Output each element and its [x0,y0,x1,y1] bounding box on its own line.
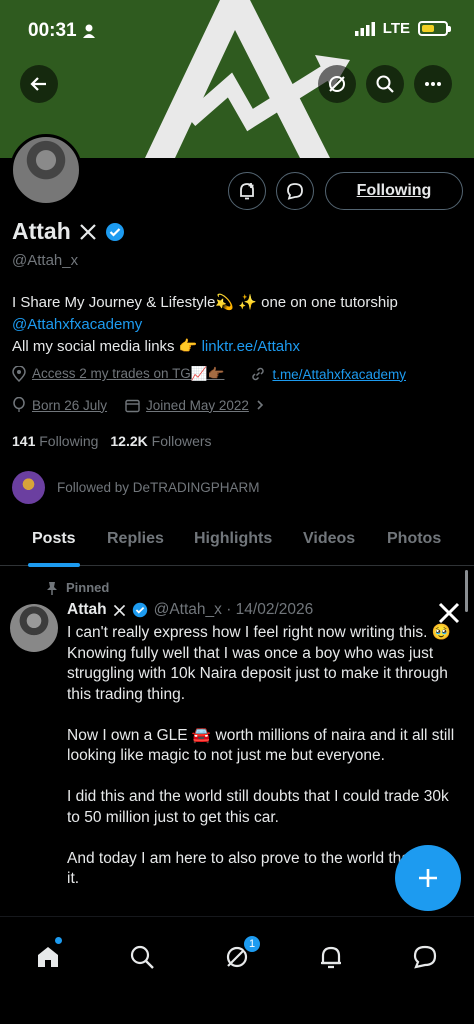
bell-icon [321,946,341,969]
compose-button[interactable] [395,845,461,911]
link-icon [252,367,265,381]
verified-icon [132,602,147,618]
profile-name: Attah [12,218,71,244]
grok-button[interactable] [318,65,356,103]
message-button[interactable] [276,172,314,210]
person-icon [82,24,95,38]
meta-row-dates: Born 26 July Joined May 2022 [12,397,265,413]
signal-icon [354,21,375,36]
pinned-label: Pinned [46,580,109,595]
following-button[interactable]: Following [325,172,463,210]
battery-icon [418,21,451,36]
post-author[interactable]: Attah [67,601,107,619]
tab-replies[interactable]: Replies [107,530,164,548]
bio-line-3: All my social media links 👉 linktr.ee/At… [12,338,300,355]
born-text: Born 26 July [32,397,108,413]
chat-icon [413,945,437,969]
followed-by-text: Followed by DeTRADINGPHARM [57,480,260,495]
notify-icon [240,183,254,200]
post-paragraph: I did this and the world still doubts th… [67,788,449,826]
balloon-icon [13,397,25,412]
message-icon [287,183,303,200]
tab-posts[interactable]: Posts [32,530,76,548]
grok-icon [329,76,345,92]
chevron-right-icon [257,400,264,410]
post-paragraph: I can't really express how I feel right … [67,624,452,641]
tab-highlights[interactable]: Highlights [194,530,272,548]
scrollbar[interactable] [465,570,468,612]
status-bar: 00:31 LTE [0,0,474,60]
meta-link[interactable]: t.me/Attahxfxacademy [272,367,406,382]
post-paragraph: Now I own a GLE 🚘 worth millions of nair… [67,726,455,765]
calendar-icon [125,399,140,412]
status-time: 00:31 [28,20,95,42]
profile-bio: I Share My Journey & Lifestyle💫 ✨ one on… [12,292,462,358]
profile-handle: @Attah_x [12,252,79,269]
followed-by[interactable]: Followed by DeTRADINGPHARM [12,471,260,504]
x-affiliate-icon [113,604,125,616]
notify-button[interactable] [228,172,266,210]
x-affiliate-icon[interactable] [79,223,97,241]
nav-badge: 1 [242,934,262,954]
search-icon [376,75,394,93]
back-icon [30,77,46,91]
nav-home[interactable] [28,937,68,977]
status-right: LTE [354,20,451,37]
home-dot [55,937,62,944]
bio-link[interactable]: linktr.ee/Attahx [202,338,300,355]
more-button[interactable] [414,65,452,103]
bio-line-1: I Share My Journey & Lifestyle💫 ✨ one on… [12,294,398,311]
back-button[interactable] [20,65,58,103]
profile-name-row: Attah [12,218,125,245]
tab-videos[interactable]: Videos [303,530,355,548]
nav-search[interactable] [122,937,162,977]
network-label: LTE [382,20,410,37]
tab-photos[interactable]: Photos [387,530,441,548]
location-text: Access 2 my trades on TG📈👉🏾 [32,366,225,381]
bottom-nav: 1 [0,916,474,1024]
post-avatar[interactable] [10,604,58,652]
profile-tabs: Posts Replies Highlights Videos Photos [0,518,474,566]
nav-notifications[interactable] [311,937,351,977]
post-paragraph: Knowing fully well that I was once a boy… [67,644,448,703]
followers-count-link[interactable]: 12.2K Followers [110,433,211,449]
search-button[interactable] [366,65,404,103]
verified-icon[interactable] [105,222,125,242]
plus-icon [419,869,437,887]
bio-mention-link[interactable]: @Attahxfxacademy [12,314,462,336]
post-handle-date: @Attah_x · 14/02/2026 [153,601,314,618]
more-icon [425,82,441,86]
pin-icon [47,581,57,595]
post-header: Attah @Attah_x · 14/02/2026 [67,601,313,619]
profile-avatar[interactable] [10,134,82,206]
active-tab-indicator [28,563,80,567]
nav-messages[interactable] [405,937,445,977]
search-icon [130,945,154,969]
follower-avatar [12,471,45,504]
following-count-link[interactable]: 141 Following [12,433,98,449]
meta-row-location: Access 2 my trades on TG📈👉🏾 t.me/Attahxf… [12,366,406,382]
follow-counts: 141 Following 12.2K Followers [12,433,212,449]
joined-text[interactable]: Joined May 2022 [146,398,249,413]
home-icon [38,947,58,967]
location-icon [12,366,26,382]
